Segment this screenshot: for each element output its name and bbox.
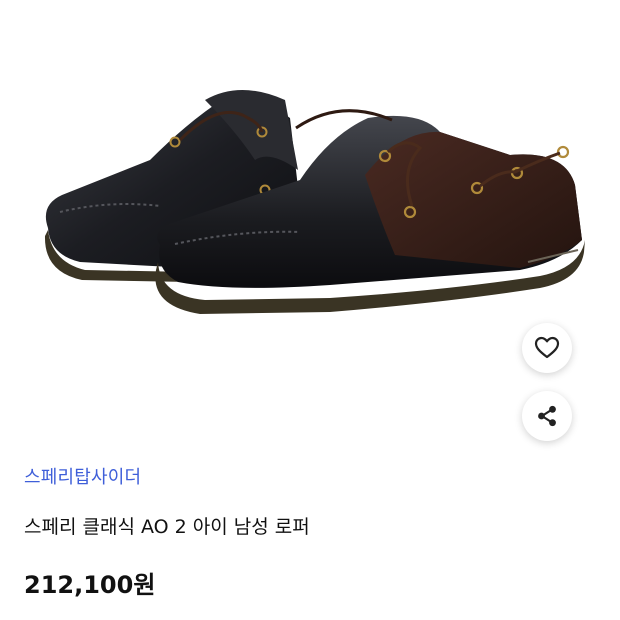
heart-outline-icon	[534, 336, 560, 359]
wishlist-button[interactable]	[522, 323, 572, 373]
share-button[interactable]	[522, 391, 572, 441]
product-title: 스페리 클래식 AO 2 아이 남성 로퍼	[24, 516, 310, 538]
brand-link[interactable]: 스페리탑사이더	[24, 463, 141, 489]
boat-shoes-image	[44, 90, 585, 314]
share-icon	[538, 405, 556, 427]
product-image[interactable]	[0, 0, 620, 440]
product-price: 212,100원	[24, 571, 156, 599]
